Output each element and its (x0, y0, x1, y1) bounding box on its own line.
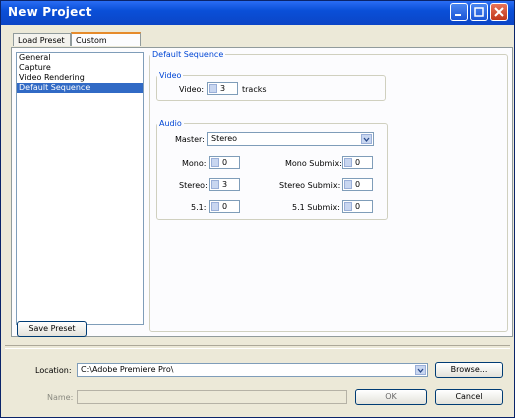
close-button[interactable] (490, 3, 508, 21)
master-label: Master: (175, 135, 205, 144)
chevron-down-icon[interactable] (361, 134, 372, 144)
five1-label: 5.1: (191, 203, 207, 212)
default-sequence-group: Default Sequence Video Video: 3 tracks A… (149, 50, 508, 332)
maximize-icon (474, 7, 484, 17)
ok-button[interactable]: OK (355, 389, 427, 405)
spinner-arrows-icon[interactable] (211, 180, 219, 189)
stereo-submix-value: 0 (355, 180, 361, 189)
cancel-button[interactable]: Cancel (435, 389, 503, 405)
audio-legend: Audio (159, 119, 182, 128)
name-field[interactable] (77, 390, 347, 404)
save-preset-button[interactable]: Save Preset (17, 321, 87, 337)
stereo-value: 3 (222, 180, 228, 189)
list-item-default-sequence[interactable]: Default Sequence (17, 83, 143, 93)
stereo-label: Stereo: (179, 181, 208, 190)
five1-submix-label: 5.1 Submix: (292, 203, 340, 212)
dialog-body: Load Preset Custom Settings General Capt… (5, 29, 513, 413)
five1-submix-stepper[interactable]: 0 (342, 200, 373, 213)
video-label: Video: (179, 85, 205, 94)
default-sequence-legend: Default Sequence (152, 50, 224, 59)
mono-value: 0 (222, 158, 228, 167)
tab-load-preset[interactable]: Load Preset (13, 33, 71, 46)
spinner-arrows-icon[interactable] (209, 84, 217, 93)
spinner-arrows-icon[interactable] (211, 202, 219, 211)
minimize-icon (455, 14, 461, 16)
settings-category-list[interactable]: General Capture Video Rendering Default … (16, 52, 144, 325)
window-title: New Project (8, 5, 92, 19)
stereo-submix-stepper[interactable]: 0 (342, 178, 373, 191)
video-group: Video Video: 3 tracks (156, 71, 386, 101)
video-tracks-stepper[interactable]: 3 (207, 82, 238, 95)
video-legend: Video (159, 71, 182, 80)
spinner-arrows-icon[interactable] (344, 158, 352, 167)
custom-settings-panel: General Capture Video Rendering Default … (11, 47, 513, 337)
list-item-capture[interactable]: Capture (17, 63, 143, 73)
stereo-submix-label: Stereo Submix: (279, 181, 341, 190)
spinner-arrows-icon[interactable] (344, 202, 352, 211)
minimize-button[interactable] (450, 3, 468, 21)
maximize-button[interactable] (470, 3, 488, 21)
tracks-label: tracks (242, 85, 267, 94)
list-item-video-rendering[interactable]: Video Rendering (17, 73, 143, 83)
mono-submix-label: Mono Submix: (285, 159, 342, 168)
master-select[interactable]: Stereo (207, 132, 374, 146)
location-value: C:\Adobe Premiere Pro\ (81, 365, 174, 374)
audio-group: Audio Master: Stereo Mono: 0 Mono Submix… (156, 119, 388, 220)
name-label: Name: (47, 393, 74, 402)
mono-label: Mono: (182, 159, 207, 168)
new-project-dialog: New Project Load Preset Custom Settings … (0, 0, 515, 418)
five1-value: 0 (222, 202, 228, 211)
mono-stepper[interactable]: 0 (209, 156, 240, 169)
location-select[interactable]: C:\Adobe Premiere Pro\ (77, 363, 428, 377)
spinner-arrows-icon[interactable] (211, 158, 219, 167)
browse-button[interactable]: Browse... (435, 362, 503, 378)
five1-stepper[interactable]: 0 (209, 200, 240, 213)
title-bar[interactable]: New Project (1, 1, 514, 25)
list-item-general[interactable]: General (17, 53, 143, 63)
five1-submix-value: 0 (355, 202, 361, 211)
tab-custom-settings[interactable]: Custom Settings (71, 32, 141, 58)
master-value: Stereo (211, 134, 238, 143)
mono-submix-stepper[interactable]: 0 (342, 156, 373, 169)
chevron-down-icon[interactable] (415, 365, 426, 375)
close-icon (494, 7, 504, 17)
location-label: Location: (35, 366, 72, 375)
separator (5, 345, 510, 349)
mono-submix-value: 0 (355, 158, 361, 167)
stereo-stepper[interactable]: 3 (209, 178, 240, 191)
video-tracks-value: 3 (220, 84, 226, 93)
spinner-arrows-icon[interactable] (344, 180, 352, 189)
